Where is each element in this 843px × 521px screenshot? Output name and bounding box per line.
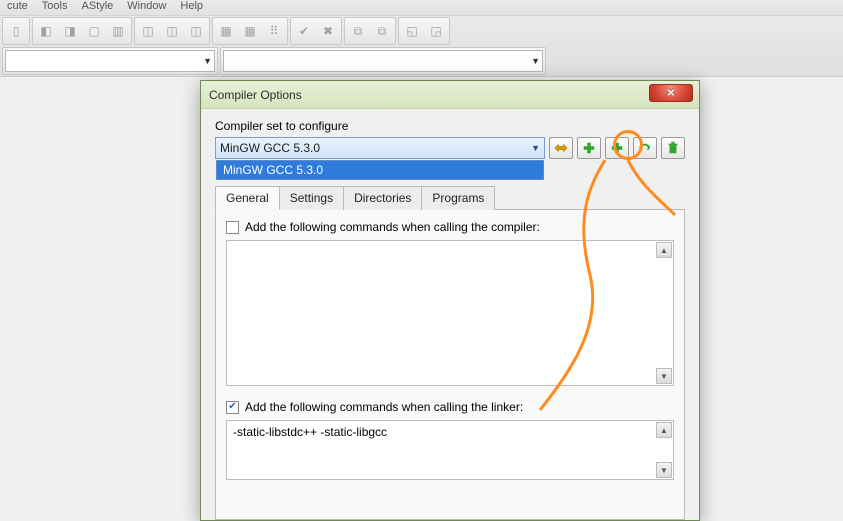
arrow-right-icon[interactable] <box>633 137 657 159</box>
toolbar-icon[interactable]: ▥ <box>107 20 129 42</box>
add-copy-green-icon[interactable] <box>605 137 629 159</box>
compiler-commands-label: Add the following commands when calling … <box>245 220 540 234</box>
compiler-commands-checkbox[interactable] <box>226 221 239 234</box>
menu-item[interactable]: cute <box>7 0 28 12</box>
toolbar-icon[interactable]: ▯ <box>5 20 27 42</box>
scroll-down-icon[interactable]: ▼ <box>656 462 672 478</box>
toolbar-icon[interactable]: ▢ <box>83 20 105 42</box>
delete-icon[interactable] <box>661 137 685 159</box>
dialog-title: Compiler Options <box>209 88 302 102</box>
tab-settings[interactable]: Settings <box>279 186 344 210</box>
chevron-down-icon: ▼ <box>531 143 540 153</box>
dropdown-value: MinGW GCC 5.3.0 <box>220 141 320 155</box>
toolbar-combo[interactable]: ▼ <box>5 50 215 72</box>
scroll-up-icon[interactable]: ▲ <box>656 242 672 258</box>
toolbar-icon[interactable]: ◨ <box>59 20 81 42</box>
scroll-down-icon[interactable]: ▼ <box>656 368 672 384</box>
toolbar-icon[interactable]: ▦ <box>215 20 237 42</box>
dropdown-option[interactable]: MinGW GCC 5.3.0 <box>216 160 544 180</box>
dialog-titlebar[interactable]: Compiler Options ✕ <box>201 81 699 109</box>
toolbar-icon[interactable]: ◫ <box>185 20 207 42</box>
menu-item[interactable]: Window <box>127 0 166 12</box>
toolbar-icon[interactable]: ⧉ <box>371 20 393 42</box>
chevron-down-icon: ▼ <box>531 56 540 66</box>
toolbar-icon[interactable]: ◱ <box>401 20 423 42</box>
add-green-icon[interactable] <box>577 137 601 159</box>
toolbar-icon[interactable]: ◧ <box>35 20 57 42</box>
toolbar-combo[interactable]: ▼ <box>223 50 543 72</box>
linker-commands-checkbox[interactable]: ✔ <box>226 401 239 414</box>
compiler-options-dialog: Compiler Options ✕ Compiler set to confi… <box>200 80 700 521</box>
textarea-content: -static-libstdc++ -static-libgcc <box>233 425 387 439</box>
check-icon[interactable]: ✔ <box>293 20 315 42</box>
compiler-set-dropdown[interactable]: MinGW GCC 5.3.0 ▼ MinGW GCC 5.3.0 <box>215 137 545 159</box>
toolbars: ▯ ◧ ◨ ▢ ▥ ◫ ◫ ◫ ▦ ▦ ⠿ ✔ ✖ ⧉ <box>0 16 843 77</box>
tab-programs[interactable]: Programs <box>421 186 495 210</box>
compiler-commands-textarea[interactable]: ▲ ▼ <box>226 240 674 386</box>
toolbar-icon[interactable]: ◫ <box>161 20 183 42</box>
chevron-down-icon: ▼ <box>203 56 212 66</box>
toolbar-icon[interactable]: ⠿ <box>263 20 285 42</box>
left-right-arrows-icon[interactable] <box>549 137 573 159</box>
linker-commands-label: Add the following commands when calling … <box>245 400 523 414</box>
toolbar-icon[interactable]: ⧉ <box>347 20 369 42</box>
scroll-up-icon[interactable]: ▲ <box>656 422 672 438</box>
menu-item[interactable]: AStyle <box>81 0 113 12</box>
general-panel: Add the following commands when calling … <box>215 210 685 520</box>
tab-general[interactable]: General <box>215 186 280 210</box>
tab-directories[interactable]: Directories <box>343 186 422 210</box>
dropdown-option-label: MinGW GCC 5.3.0 <box>223 163 323 177</box>
tab-strip: General Settings Directories Programs <box>215 185 685 210</box>
toolbar-icon[interactable]: ◲ <box>425 20 447 42</box>
menu-item[interactable]: Tools <box>42 0 68 12</box>
close-button[interactable]: ✕ <box>649 84 693 102</box>
toolbar-icon[interactable]: ▦ <box>239 20 261 42</box>
linker-commands-textarea[interactable]: -static-libstdc++ -static-libgcc ▲ ▼ <box>226 420 674 480</box>
close-icon: ✕ <box>667 88 675 99</box>
menubar: cute Tools AStyle Window Help <box>0 0 843 16</box>
config-label: Compiler set to configure <box>215 119 685 133</box>
cross-icon[interactable]: ✖ <box>317 20 339 42</box>
menu-item[interactable]: Help <box>180 0 203 12</box>
toolbar-icon[interactable]: ◫ <box>137 20 159 42</box>
